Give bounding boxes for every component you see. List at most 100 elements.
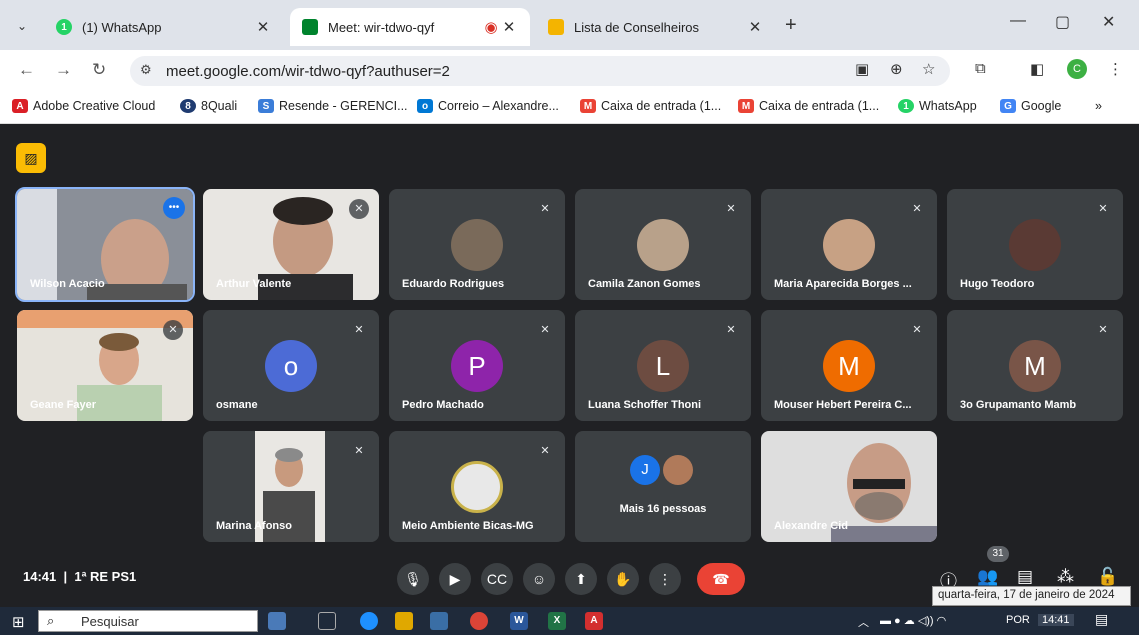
muted-mic-icon: ✕ xyxy=(163,320,183,340)
bookmarks-bar: A Adobe Creative Cloud 8 8Quali S Resende -… xyxy=(0,90,1139,124)
close-tab-icon[interactable]: ✕ xyxy=(746,18,764,36)
bookmark-whatsapp[interactable]: 1 WhatsApp xyxy=(898,99,977,113)
participant-name: Pedro Machado xyxy=(402,399,484,411)
participant-tile[interactable]: ✕ Arthur Valente xyxy=(203,189,379,300)
zoom-icon[interactable]: ⊕ xyxy=(890,60,903,78)
chrome-icon[interactable] xyxy=(470,612,488,630)
muted-mic-icon: ✕ xyxy=(540,324,550,336)
tray-app-icons[interactable]: ▬ ● ☁ ◁)) ◠ xyxy=(880,614,946,627)
site-info-icon[interactable]: ⚙ xyxy=(140,62,152,78)
participant-tile[interactable]: ✕ Meio Ambiente Bicas-MG xyxy=(389,431,565,542)
bicas-coat-of-arms-icon xyxy=(451,461,503,513)
address-bar[interactable]: ⚙ meet.google.com/wir-tdwo-qyf?authuser=… xyxy=(130,56,950,86)
participant-tile[interactable]: P ✕ Pedro Machado xyxy=(389,310,565,421)
windows-start-icon[interactable]: ⊞ xyxy=(12,613,25,631)
leave-call-button[interactable]: ☎ xyxy=(697,563,745,595)
task-view-icon[interactable] xyxy=(318,612,336,630)
extensions-icon[interactable]: ⧉ xyxy=(975,60,986,77)
participant-tile[interactable]: ✕ Eduardo Rodrigues xyxy=(389,189,565,300)
participant-name: Camila Zanon Gomes xyxy=(588,278,701,290)
captions-button[interactable]: CC xyxy=(481,563,513,595)
maximize-button[interactable]: ▢ xyxy=(1055,12,1070,32)
bookmarks-overflow-icon[interactable]: » xyxy=(1095,99,1102,113)
tab-whatsapp[interactable]: 1 (1) WhatsApp ✕ xyxy=(44,8,284,46)
participant-tile[interactable]: ••• Wilson Acacio xyxy=(15,187,195,302)
forward-button[interactable]: → xyxy=(55,60,72,80)
tab-meet[interactable]: Meet: wir-tdwo-qyf ◉ ✕ xyxy=(290,8,530,46)
notifications-icon[interactable]: ▤ xyxy=(1095,611,1108,628)
participant-name: Eduardo Rodrigues xyxy=(402,278,505,290)
recording-icon: ◉ xyxy=(484,19,498,36)
participant-tile[interactable]: L ✕ Luana Schoffer Thoni xyxy=(575,310,751,421)
participant-tile[interactable]: ✕ Geane Fayer xyxy=(17,310,193,421)
participant-name: Arthur Valente xyxy=(216,278,292,290)
participant-tile[interactable]: M ✕ Mouser Hebert Pereira C... xyxy=(761,310,937,421)
people-icon[interactable]: 👥 xyxy=(977,567,998,587)
store-icon[interactable] xyxy=(430,612,448,630)
muted-mic-icon: ✕ xyxy=(912,324,922,336)
acrobat-icon[interactable]: A xyxy=(585,612,603,630)
host-controls-icon[interactable]: 🔓 xyxy=(1097,567,1118,587)
people-count-badge: 31 xyxy=(987,546,1009,562)
camera-icon[interactable]: ▣ xyxy=(855,60,869,78)
participant-tile[interactable]: M ✕ 3o Grupamanto Mamb xyxy=(947,310,1123,421)
tab-title: (1) WhatsApp xyxy=(82,19,162,35)
widgets-icon[interactable] xyxy=(268,612,286,630)
bookmark-star-icon[interactable]: ☆ xyxy=(922,60,935,78)
participant-letter-avatar: J xyxy=(630,455,660,485)
more-participants-tile[interactable]: J Mais 16 pessoas xyxy=(575,431,751,542)
microphone-button[interactable]: 🎙 xyxy=(397,563,429,595)
word-icon[interactable]: W xyxy=(510,612,528,630)
bookmark-adobe[interactable]: A Adobe Creative Cloud xyxy=(12,99,155,113)
participant-tile[interactable]: ✕ Maria Aparecida Borges ... xyxy=(761,189,937,300)
more-options-button[interactable]: ⋮ xyxy=(649,563,681,595)
close-tab-icon[interactable]: ✕ xyxy=(254,18,272,36)
new-tab-button[interactable]: + xyxy=(785,14,797,37)
search-icon: ⌕ xyxy=(47,613,55,628)
emoji-reaction-button[interactable]: ☺ xyxy=(523,563,555,595)
whatsapp-icon: 1 xyxy=(898,99,914,113)
close-tab-icon[interactable]: ✕ xyxy=(500,18,518,36)
participant-name: osmane xyxy=(216,399,258,411)
edge-icon[interactable] xyxy=(360,612,378,630)
bookmark-gmail-1[interactable]: M Caixa de entrada (1... xyxy=(580,99,721,113)
more-menu-icon[interactable]: ⋮ xyxy=(1108,60,1123,78)
bookmark-correio[interactable]: o Correio – Alexandre... xyxy=(417,99,559,113)
camera-off-indicator-icon[interactable]: ▨ xyxy=(16,143,46,173)
tab-search-chevron-icon[interactable]: ⌄ xyxy=(8,12,36,40)
reload-button[interactable]: ↻ xyxy=(92,60,106,80)
minimize-button[interactable]: — xyxy=(1010,12,1026,30)
activities-icon[interactable]: ⁂ xyxy=(1057,567,1074,587)
participant-tile[interactable]: ✕ Hugo Teodoro xyxy=(947,189,1123,300)
bookmark-resende[interactable]: S Resende - GERENCI... xyxy=(258,99,408,113)
bookmark-8quali[interactable]: 8 8Quali xyxy=(180,99,237,113)
profile-avatar[interactable]: C xyxy=(1067,59,1087,79)
sharepoint-icon: S xyxy=(258,99,274,113)
url-text: meet.google.com/wir-tdwo-qyf?authuser=2 xyxy=(166,63,450,80)
participant-tile[interactable]: o ✕ osmane xyxy=(203,310,379,421)
muted-mic-icon: ✕ xyxy=(912,203,922,215)
present-screen-button[interactable]: ⬆ xyxy=(565,563,597,595)
gmail-icon: M xyxy=(738,99,754,113)
participant-letter-avatar: M xyxy=(1009,340,1061,392)
participant-tile[interactable]: ✕ Camila Zanon Gomes xyxy=(575,189,751,300)
back-button[interactable]: ← xyxy=(18,60,35,80)
side-panel-icon[interactable]: ◧ xyxy=(1030,60,1044,78)
taskbar-search-box[interactable]: ⌕ Pesquisar xyxy=(38,610,258,632)
language-indicator[interactable]: POR xyxy=(1006,614,1030,626)
speaking-indicator-icon: ••• xyxy=(163,197,185,219)
raise-hand-button[interactable]: ✋ xyxy=(607,563,639,595)
bookmark-gmail-2[interactable]: M Caixa de entrada (1... xyxy=(738,99,879,113)
tab-lista-conselheiros[interactable]: Lista de Conselheiros ✕ xyxy=(536,8,776,46)
bookmark-google[interactable]: G Google xyxy=(1000,99,1061,113)
close-window-button[interactable]: ✕ xyxy=(1102,12,1115,32)
taskbar-clock[interactable]: 14:41 xyxy=(1038,614,1074,626)
participant-tile[interactable]: ✕ Marina Afonso xyxy=(203,431,379,542)
excel-icon[interactable]: X xyxy=(548,612,566,630)
file-explorer-icon[interactable] xyxy=(395,612,413,630)
camera-button[interactable]: ▶ xyxy=(439,563,471,595)
gmail-icon: M xyxy=(580,99,596,113)
chat-icon[interactable]: ▤ xyxy=(1017,567,1033,587)
participant-tile[interactable]: Alexandre Cid xyxy=(761,431,937,542)
tray-chevron-icon[interactable]: ︿ xyxy=(858,614,869,630)
